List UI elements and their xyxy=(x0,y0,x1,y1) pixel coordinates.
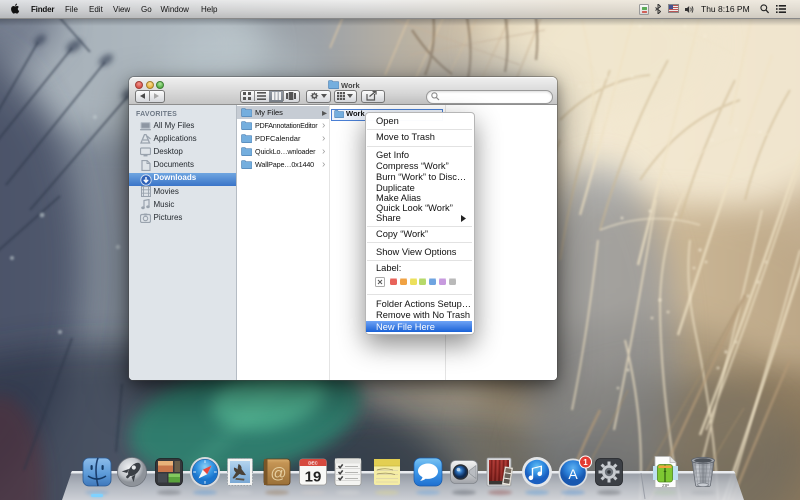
svg-text:@: @ xyxy=(270,466,286,483)
svg-text:1: 1 xyxy=(583,458,588,467)
svg-text:DEC: DEC xyxy=(308,461,318,466)
svg-text:ZIP: ZIP xyxy=(662,483,669,488)
svg-text:A: A xyxy=(568,466,578,482)
svg-text:19: 19 xyxy=(305,469,322,486)
